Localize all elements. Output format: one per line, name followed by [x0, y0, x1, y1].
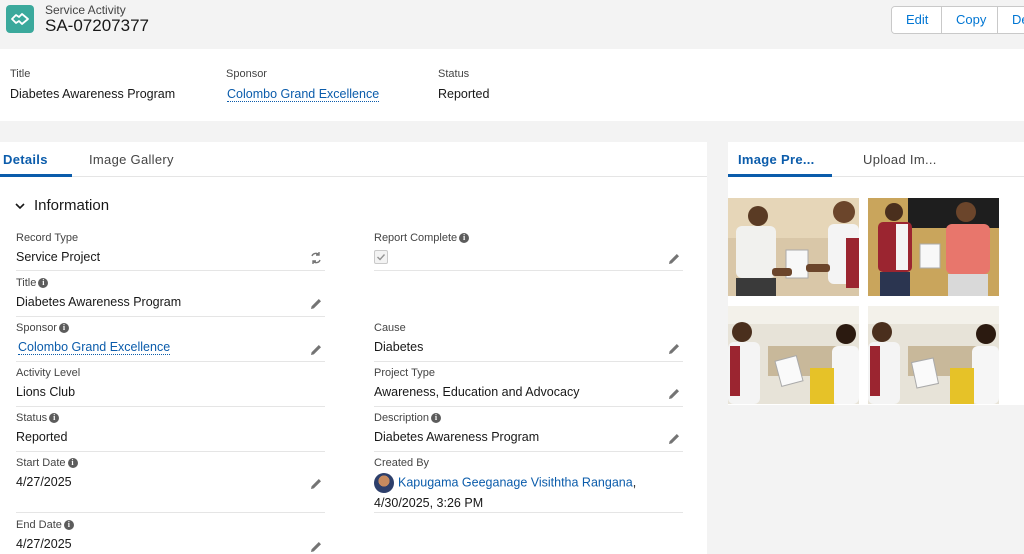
event-photo[interactable] [728, 198, 859, 296]
edit-pencil-icon[interactable] [309, 297, 323, 311]
field-start-date: Start Date i 4/27/2025 [16, 457, 325, 513]
info-icon[interactable]: i [49, 413, 60, 423]
field-description: Description i Diabetes Awareness Program [374, 412, 683, 452]
highlight-status: Status Reported [438, 68, 490, 101]
field-cause: Cause Diabetes [374, 322, 683, 362]
image-gallery-grid [728, 177, 1024, 405]
tab-image-gallery[interactable]: Image Gallery [89, 152, 174, 167]
info-icon[interactable]: i [67, 458, 78, 468]
user-avatar[interactable] [374, 473, 394, 493]
event-photo[interactable] [728, 306, 859, 404]
edit-pencil-icon[interactable] [667, 342, 681, 356]
sponsor-link[interactable]: Colombo Grand Excellence [18, 340, 171, 355]
information-section-header[interactable]: Information [14, 197, 109, 214]
field-end-date: End Date i 4/27/2025 [16, 519, 325, 554]
field-title: Title i Diabetes Awareness Program [16, 277, 325, 317]
tab-details[interactable]: Details [3, 152, 48, 167]
chevron-down-icon [15, 202, 25, 209]
info-icon[interactable]: i [63, 520, 74, 530]
record-header: Service Activity SA-07207377 Edit Copy D… [0, 0, 1024, 48]
image-panel: Image Pre... Upload Im... [728, 142, 1024, 554]
report-complete-checkbox[interactable] [374, 250, 388, 264]
field-status: Status i Reported [16, 412, 325, 452]
event-photo[interactable] [868, 306, 999, 404]
info-icon[interactable]: i [459, 233, 470, 243]
created-by-user-link[interactable]: Kapugama Geeganage Visiththa Rangana [398, 475, 633, 489]
detail-tabs: Details Image Gallery [0, 142, 707, 177]
event-photo[interactable] [868, 198, 999, 296]
highlight-sponsor: Sponsor Colombo Grand Excellence [226, 68, 380, 102]
info-icon[interactable]: i [431, 413, 442, 423]
field-report-complete: Report Complete i [374, 232, 683, 271]
edit-pencil-icon[interactable] [309, 477, 323, 491]
highlight-title: Title Diabetes Awareness Program [10, 68, 176, 101]
record-title: SA-07207377 [45, 16, 149, 35]
info-icon[interactable]: i [58, 323, 69, 333]
active-tab-indicator [0, 174, 72, 177]
image-tabs: Image Pre... Upload Im... [728, 142, 1024, 177]
edit-pencil-icon[interactable] [667, 387, 681, 401]
details-panel: Details Image Gallery Information Record… [0, 142, 707, 554]
tab-upload-image[interactable]: Upload Im... [863, 152, 937, 167]
field-project-type: Project Type Awareness, Education and Ad… [374, 367, 683, 407]
service-activity-icon [6, 5, 34, 33]
info-icon[interactable]: i [38, 278, 49, 288]
created-date: 4/30/2025, 3:26 PM [374, 496, 484, 510]
section-title: Information [34, 197, 110, 214]
action-button-group: Edit Copy De [891, 6, 1024, 34]
field-activity-level: Activity Level Lions Club [16, 367, 325, 407]
checkmark-icon [377, 254, 386, 261]
field-created-by: Created By Kapugama Geeganage Visiththa … [374, 457, 683, 513]
sponsor-link[interactable]: Colombo Grand Excellence [227, 87, 380, 102]
edit-pencil-icon[interactable] [667, 252, 681, 266]
highlights-panel: Title Diabetes Awareness Program Sponsor… [0, 49, 1024, 121]
object-type-label: Service Activity [45, 3, 126, 17]
copy-button[interactable]: Copy [942, 7, 998, 33]
delete-button[interactable]: De [998, 7, 1024, 33]
field-sponsor: Sponsor i Colombo Grand Excellence [16, 322, 325, 362]
change-record-type-icon[interactable] [309, 251, 323, 265]
edit-pencil-icon[interactable] [309, 540, 323, 554]
edit-pencil-icon[interactable] [309, 343, 323, 357]
tab-image-preview[interactable]: Image Pre... [738, 152, 815, 167]
edit-pencil-icon[interactable] [667, 432, 681, 446]
field-record-type: Record Type Service Project [16, 232, 325, 271]
edit-button[interactable]: Edit [892, 7, 942, 33]
